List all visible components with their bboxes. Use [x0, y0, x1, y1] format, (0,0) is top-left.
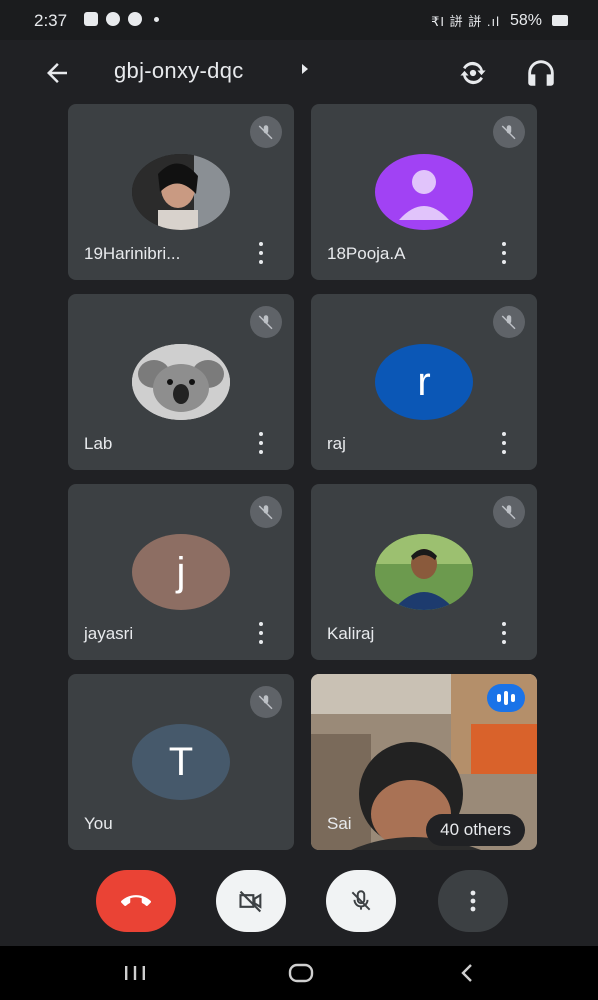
participant-photo-avatar [132, 344, 230, 420]
muted-mic-icon [250, 116, 282, 148]
end-call-button[interactable] [96, 870, 176, 932]
participant-more-options-icon[interactable] [256, 242, 266, 264]
participant-more-options-icon[interactable] [499, 622, 509, 644]
participant-photo-avatar [375, 534, 473, 610]
participant-tile[interactable]: 19Harinibri... [68, 104, 294, 280]
participant-tile[interactable]: Lab [68, 294, 294, 470]
participant-name: jayasri [84, 624, 134, 643]
phone-hangup-icon [121, 895, 151, 906]
system-navigation-bar [0, 946, 598, 1000]
meeting-header: gbj-onxy-dqc [0, 40, 598, 104]
muted-mic-icon [250, 496, 282, 528]
others-count-badge[interactable]: 40 others [426, 814, 525, 846]
back-arrow-icon[interactable] [42, 58, 72, 88]
more-options-button[interactable] [438, 870, 508, 932]
call-controls [0, 870, 598, 940]
mic-off-icon [351, 890, 371, 911]
initial-avatar: r [375, 344, 473, 420]
audio-output-headphones-icon[interactable] [524, 56, 558, 90]
gallery-notification-icon [84, 12, 98, 26]
participant-tile[interactable]: 18Pooja.A [311, 104, 537, 280]
participant-name: raj [327, 434, 346, 453]
participant-tile[interactable]: j jayasri [68, 484, 294, 660]
facebook-notification-icon [128, 12, 142, 26]
participant-more-options-icon[interactable] [499, 432, 509, 454]
battery-percent: 58% [509, 11, 542, 29]
participant-more-options-icon[interactable] [499, 242, 509, 264]
initial-avatar: T [132, 724, 230, 800]
camera-off-icon [239, 890, 262, 913]
more-vert-icon [470, 890, 476, 912]
status-time: 2:37 [34, 11, 68, 30]
recent-apps-icon[interactable] [118, 960, 152, 986]
participant-more-options-icon[interactable] [256, 622, 266, 644]
speaking-indicator-icon [487, 684, 525, 712]
switch-camera-icon[interactable] [456, 56, 490, 90]
participant-video-tile[interactable]: Sai 40 others [311, 674, 537, 850]
participant-tile[interactable]: r raj [311, 294, 537, 470]
initial-avatar: j [132, 534, 230, 610]
home-icon[interactable] [284, 960, 318, 986]
more-notifications-dot-icon [154, 16, 159, 22]
muted-mic-icon [250, 686, 282, 718]
participant-name: Sai [327, 814, 352, 833]
default-person-avatar-icon [375, 154, 473, 230]
meeting-code-title[interactable]: gbj-onxy-dqc [114, 58, 244, 84]
participant-name: You [84, 814, 113, 833]
muted-mic-icon [493, 116, 525, 148]
participant-more-options-icon[interactable] [256, 432, 266, 454]
signal-indicators: ₹I 誁 誁 .ıl [431, 14, 500, 29]
participant-name: 18Pooja.A [327, 244, 406, 263]
participant-tile-self[interactable]: T You [68, 674, 294, 850]
messenger-notification-icon [106, 12, 120, 26]
notification-icons [84, 12, 159, 26]
participant-name: 19Harinibri... [84, 244, 181, 263]
meeting-details-caret-icon[interactable] [302, 64, 308, 74]
muted-mic-icon [493, 496, 525, 528]
muted-mic-icon [493, 306, 525, 338]
mic-toggle-button[interactable] [326, 870, 396, 932]
battery-icon [552, 15, 568, 26]
participant-photo-avatar [132, 154, 230, 230]
status-bar: 2:37 ₹I 誁 誁 .ıl 58% [0, 0, 598, 40]
camera-toggle-button[interactable] [216, 870, 286, 932]
participant-name: Kaliraj [327, 624, 375, 643]
participant-tile[interactable]: Kaliraj [311, 484, 537, 660]
muted-mic-icon [250, 306, 282, 338]
participant-name: Lab [84, 434, 113, 453]
back-nav-icon[interactable] [450, 960, 484, 986]
